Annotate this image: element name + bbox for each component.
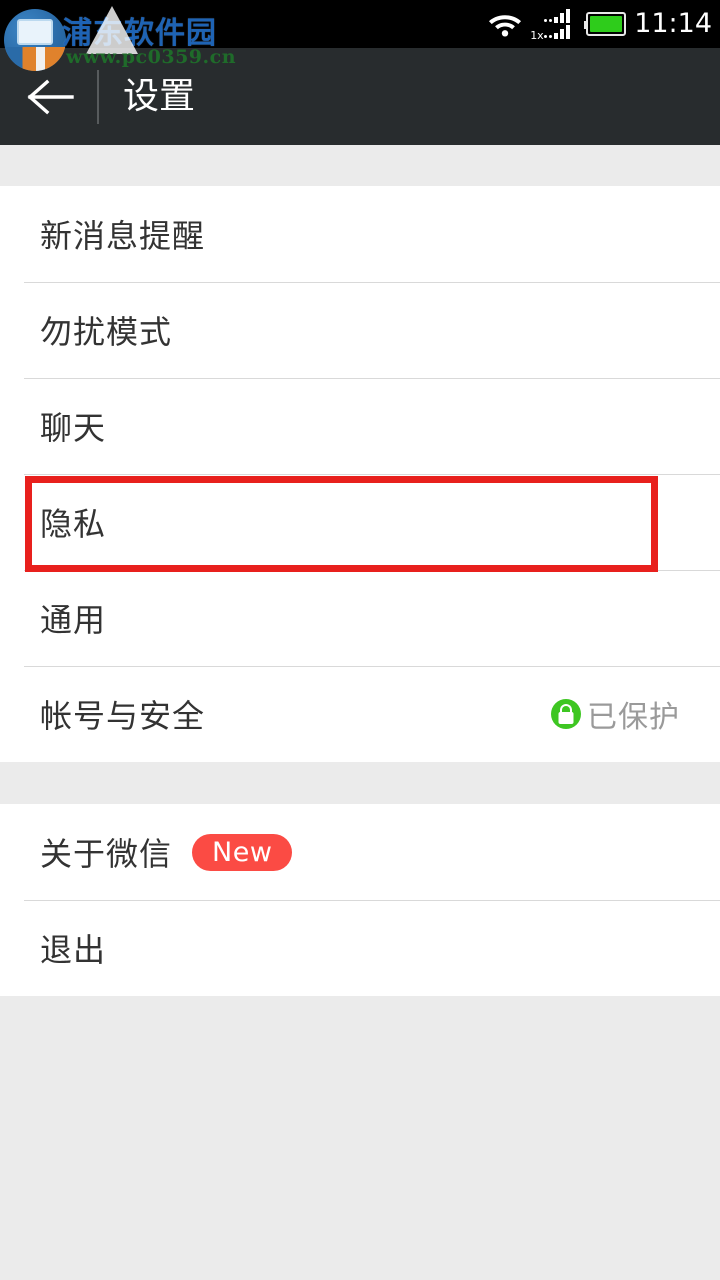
new-badge: New <box>192 833 293 871</box>
row-label: 新消息提醒 <box>40 217 206 255</box>
status-bar-icons: 1x 11:14 <box>488 0 712 48</box>
settings-row-chat[interactable]: 聊天 <box>0 378 720 474</box>
wifi-icon <box>488 11 522 37</box>
section-gap-top <box>0 145 720 186</box>
status-bar-clock: 11:14 <box>634 8 712 39</box>
settings-group-2: 关于微信 New 退出 <box>0 804 720 996</box>
row-label: 通用 <box>40 601 107 639</box>
settings-list: 新消息提醒 勿扰模式 聊天 隐私 通用 帐号与安全 已保护 关于微信 New 退… <box>0 145 720 1280</box>
navigation-bar: 设置 <box>0 48 720 145</box>
settings-row-do-not-disturb[interactable]: 勿扰模式 <box>0 282 720 378</box>
phone-screen: 1x 11:14 浦东软件园 www.pc0359.cn 设置 新消息提醒 勿扰… <box>0 0 720 1280</box>
status-badge: 已保护 <box>587 700 680 735</box>
network-type-label: 1x <box>530 29 544 42</box>
settings-row-general[interactable]: 通用 <box>0 570 720 666</box>
row-label: 帐号与安全 <box>40 697 206 735</box>
lock-icon <box>551 699 581 729</box>
settings-row-privacy[interactable]: 隐私 <box>0 474 720 570</box>
page-title: 设置 <box>123 76 196 117</box>
navbar-divider <box>97 70 99 124</box>
back-arrow-icon[interactable] <box>27 75 75 119</box>
settings-row-about-wechat[interactable]: 关于微信 New <box>0 804 720 900</box>
row-label: 退出 <box>40 931 107 969</box>
row-accessory: 已保护 <box>551 692 680 736</box>
settings-group-1: 新消息提醒 勿扰模式 聊天 隐私 通用 帐号与安全 已保护 <box>0 186 720 762</box>
battery-icon <box>584 12 627 36</box>
settings-row-logout[interactable]: 退出 <box>0 900 720 996</box>
row-label: 聊天 <box>40 409 107 447</box>
settings-row-new-message-alert[interactable]: 新消息提醒 <box>0 186 720 282</box>
section-gap-middle <box>0 762 720 804</box>
row-label: 隐私 <box>40 505 107 543</box>
status-bar: 1x 11:14 <box>0 0 720 48</box>
row-label: 关于微信 <box>40 835 173 873</box>
row-label: 勿扰模式 <box>40 313 173 351</box>
settings-row-account-security[interactable]: 帐号与安全 已保护 <box>0 666 720 762</box>
signal-icon: 1x <box>530 6 578 42</box>
